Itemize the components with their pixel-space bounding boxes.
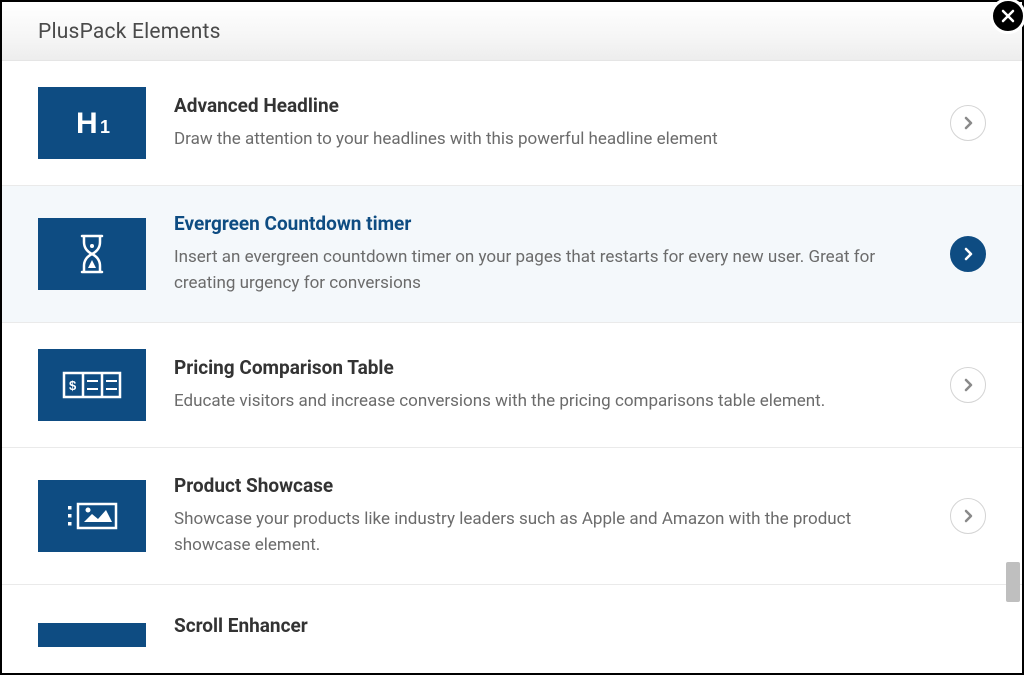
item-title: Scroll Enhancer (174, 614, 986, 637)
item-content: Pricing Comparison Table Educate visitor… (174, 356, 922, 415)
svg-text:H: H (76, 107, 98, 140)
chevron-right-icon[interactable] (950, 105, 986, 141)
close-button[interactable] (990, 0, 1024, 34)
svg-text:1: 1 (100, 117, 110, 137)
element-item-evergreen-countdown[interactable]: Evergreen Countdown timer Insert an ever… (2, 185, 1022, 322)
item-description: Educate visitors and increase conversion… (174, 389, 922, 415)
svg-text:$: $ (69, 378, 77, 393)
item-title: Pricing Comparison Table (174, 356, 922, 379)
showcase-icon (38, 480, 146, 552)
hourglass-icon (38, 218, 146, 290)
panel-header: PlusPack Elements (2, 2, 1022, 61)
item-description: Draw the attention to your headlines wit… (174, 127, 922, 153)
pricing-table-icon: $ (38, 349, 146, 421)
item-content: Evergreen Countdown timer Insert an ever… (174, 212, 922, 296)
chevron-right-icon[interactable] (950, 367, 986, 403)
chevron-right-icon[interactable] (950, 498, 986, 534)
panel-title: PlusPack Elements (38, 20, 986, 44)
item-description: Showcase your products like industry lea… (174, 507, 922, 558)
elements-list: H 1 Advanced Headline Draw the attention… (2, 61, 1022, 674)
item-title: Evergreen Countdown timer (174, 212, 922, 235)
chevron-right-icon[interactable] (950, 236, 986, 272)
h1-icon: H 1 (38, 87, 146, 159)
item-content: Scroll Enhancer (174, 614, 986, 647)
scrollbar-thumb[interactable] (1006, 562, 1020, 602)
item-title: Product Showcase (174, 474, 922, 497)
element-item-advanced-headline[interactable]: H 1 Advanced Headline Draw the attention… (2, 61, 1022, 185)
scroll-icon (38, 623, 146, 647)
element-item-product-showcase[interactable]: Product Showcase Showcase your products … (2, 447, 1022, 584)
item-content: Product Showcase Showcase your products … (174, 474, 922, 558)
element-item-scroll-enhancer[interactable]: Scroll Enhancer (2, 584, 1022, 653)
item-description: Insert an evergreen countdown timer on y… (174, 245, 922, 296)
item-title: Advanced Headline (174, 94, 922, 117)
item-content: Advanced Headline Draw the attention to … (174, 94, 922, 153)
element-item-pricing-table[interactable]: $ Pricing Comparison Table Educate visit… (2, 322, 1022, 447)
